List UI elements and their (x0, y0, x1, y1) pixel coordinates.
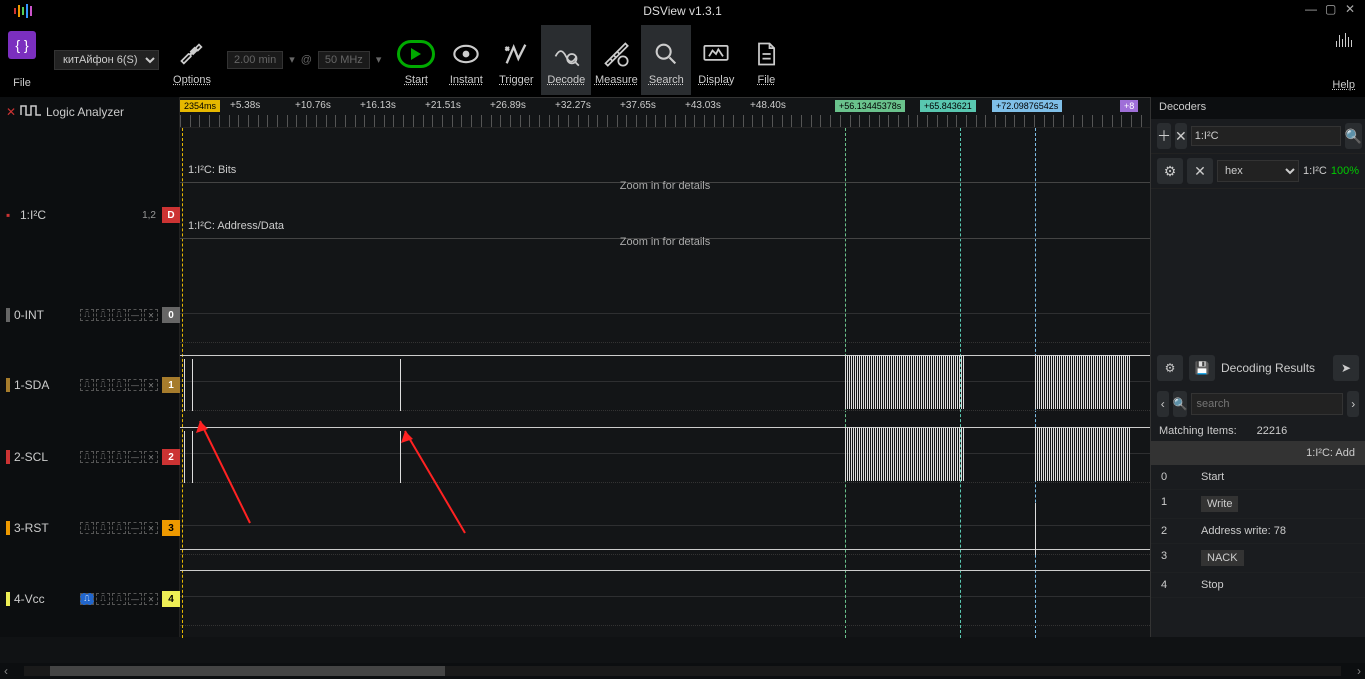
close-icon[interactable]: ✕ (6, 105, 16, 119)
samplerate-input[interactable]: 50 MHz (318, 51, 370, 69)
help-logo (1335, 33, 1353, 51)
file-menu[interactable]: { } File (8, 31, 36, 89)
signal-row-1 (180, 351, 1150, 411)
channel-indicator: D (162, 207, 180, 223)
time-marker[interactable]: +72.09876542s (992, 100, 1062, 112)
device-select[interactable]: китАйфон 6(S) (54, 50, 159, 70)
display-icon (702, 34, 730, 74)
app-logo (8, 3, 38, 19)
decoders-sidebar: Decoders ＋ ✕ 🔍 ⚙ ✕ hex 1:I²C 100% ⚙ 💾 De… (1150, 97, 1365, 637)
channel-number: 2 (162, 449, 180, 465)
play-icon (397, 40, 435, 68)
duration-input[interactable]: 2.00 min (227, 51, 283, 69)
channel-column: ✕ Logic Analyzer ▪ 1:I²C 1,2 D 0-INT ⎍⎍⎍… (0, 97, 180, 637)
add-decoder-button[interactable]: ＋ (1157, 123, 1171, 149)
waveform-view[interactable]: 2354ms +5.38s +10.76s +16.13s +21.51s +2… (180, 97, 1150, 637)
close-icon[interactable]: ▪ (6, 208, 16, 222)
channel-4-vcc[interactable]: 4-Vcc ⎍⎍⎍—⨯ 4 (0, 591, 180, 607)
channel-number: 4 (162, 591, 180, 607)
search-button[interactable]: Search (641, 25, 691, 95)
prev-result-button[interactable]: ‹ (1157, 391, 1169, 417)
document-icon (752, 34, 780, 74)
channel-1-sda[interactable]: 1-SDA ⎍⎍⎍—⨯ 1 (0, 377, 180, 393)
scrollbar-thumb[interactable] (50, 666, 445, 676)
decoder-protocol-input[interactable] (1191, 126, 1341, 146)
result-row[interactable]: 1Write (1151, 490, 1365, 519)
results-list[interactable]: 0Start 1Write 2Address write: 78 3NACK 4… (1151, 465, 1365, 598)
time-ruler[interactable]: 2354ms +5.38s +10.76s +16.13s +21.51s +2… (180, 98, 1150, 128)
results-settings-button[interactable]: ⚙ (1157, 355, 1183, 381)
square-wave-icon (20, 103, 42, 120)
horizontal-scrollbar[interactable]: ‹ › (0, 663, 1365, 679)
results-locate-button[interactable]: ➤ (1333, 355, 1359, 381)
channel-i2c[interactable]: ▪ 1:I²C 1,2 D (0, 207, 180, 223)
minimize-button[interactable]: — (1305, 2, 1319, 16)
wrench-icon (178, 34, 206, 74)
decode-button[interactable]: Decode (541, 25, 591, 95)
ruler-scale (180, 115, 1150, 127)
display-button[interactable]: Display (691, 25, 741, 95)
channel-3-rst[interactable]: 3-RST ⎍⎍⎍—⨯ 3 (0, 520, 180, 536)
maximize-button[interactable]: ▢ (1325, 2, 1339, 16)
result-row[interactable]: 0Start (1151, 465, 1365, 490)
main-toolbar: { } File китАйфон 6(S) Options 2.00 min … (0, 22, 1365, 97)
result-row[interactable]: 3NACK (1151, 544, 1365, 573)
time-marker[interactable]: +56.13445378s (835, 100, 905, 112)
results-header: ⚙ 💾 Decoding Results ➤ (1151, 349, 1365, 387)
decode-progress: 100% (1331, 165, 1359, 177)
result-row[interactable]: 4Stop (1151, 573, 1365, 598)
file-export-button[interactable]: File (741, 25, 791, 95)
acquisition-config: 2.00 min ▾ @ 50 MHz ▾ (227, 51, 381, 69)
options-button[interactable]: Options (167, 25, 217, 95)
channel-2-scl[interactable]: 2-SCL ⎍⎍⎍—⨯ 2 (0, 449, 180, 465)
help-menu[interactable]: Help (1332, 33, 1355, 91)
result-row[interactable]: 2Address write: 78 (1151, 519, 1365, 544)
start-button[interactable]: Start (391, 25, 441, 95)
format-select[interactable]: hex (1217, 160, 1299, 182)
trigger-edges[interactable]: ⎍⎍⎍—⨯ (80, 593, 158, 605)
window-title: DSView v1.3.1 (643, 4, 722, 18)
signal-row-2 (180, 423, 1150, 483)
results-save-button[interactable]: 💾 (1189, 355, 1215, 381)
instant-button[interactable]: Instant (441, 25, 491, 95)
decoder-settings-button[interactable]: ⚙ (1157, 158, 1183, 184)
decoder-row-addr: 1:I²C: Address/Data Zoom in for details (180, 220, 1150, 232)
decoder-row-bits: 1:I²C: Bits Zoom in for details (180, 164, 1150, 176)
sidebar-title: Decoders (1151, 97, 1365, 119)
signal-row-4 (180, 566, 1150, 626)
file-icon: { } (8, 31, 36, 59)
trigger-edges[interactable]: ⎍⎍⎍—⨯ (80, 522, 158, 534)
matching-count: Matching Items:22216 (1151, 421, 1365, 441)
signal-row-0 (180, 283, 1150, 343)
cursor-time-marker[interactable]: 2354ms (180, 100, 220, 112)
analyzer-row[interactable]: ✕ Logic Analyzer (0, 103, 180, 120)
instant-icon (452, 34, 480, 74)
time-marker[interactable]: +8 (1120, 100, 1138, 112)
trigger-edges[interactable]: ⎍⎍⎍—⨯ (80, 379, 158, 391)
channel-number: 1 (162, 377, 180, 393)
decode-icon (552, 34, 580, 74)
search-results-icon: 🔍 (1173, 391, 1188, 417)
trigger-edges[interactable]: ⎍⎍⎍—⨯ (80, 309, 158, 321)
title-bar: DSView v1.3.1 — ▢ ✕ (0, 0, 1365, 22)
main-area: ✕ Logic Analyzer ▪ 1:I²C 1,2 D 0-INT ⎍⎍⎍… (0, 97, 1365, 637)
decoder-close-button[interactable]: ✕ (1187, 158, 1213, 184)
measure-icon (602, 34, 630, 74)
results-search-input[interactable] (1191, 393, 1343, 415)
search-decoder-button[interactable]: 🔍 (1345, 123, 1362, 149)
channel-number: 0 (162, 307, 180, 323)
channel-number: 3 (162, 520, 180, 536)
trigger-icon (502, 34, 530, 74)
trigger-button[interactable]: Trigger (491, 25, 541, 95)
time-marker[interactable]: +65.843621 (920, 100, 976, 112)
results-column-header[interactable]: 1:I²C: Add (1151, 441, 1365, 465)
signal-row-3 (180, 495, 1150, 555)
search-icon (652, 34, 680, 74)
next-result-button[interactable]: › (1347, 391, 1359, 417)
trigger-edges[interactable]: ⎍⎍⎍—⨯ (80, 451, 158, 463)
measure-button[interactable]: Measure (591, 25, 641, 95)
remove-decoder-button[interactable]: ✕ (1175, 123, 1187, 149)
channel-0-int[interactable]: 0-INT ⎍⎍⎍—⨯ 0 (0, 307, 180, 323)
close-button[interactable]: ✕ (1345, 2, 1359, 16)
